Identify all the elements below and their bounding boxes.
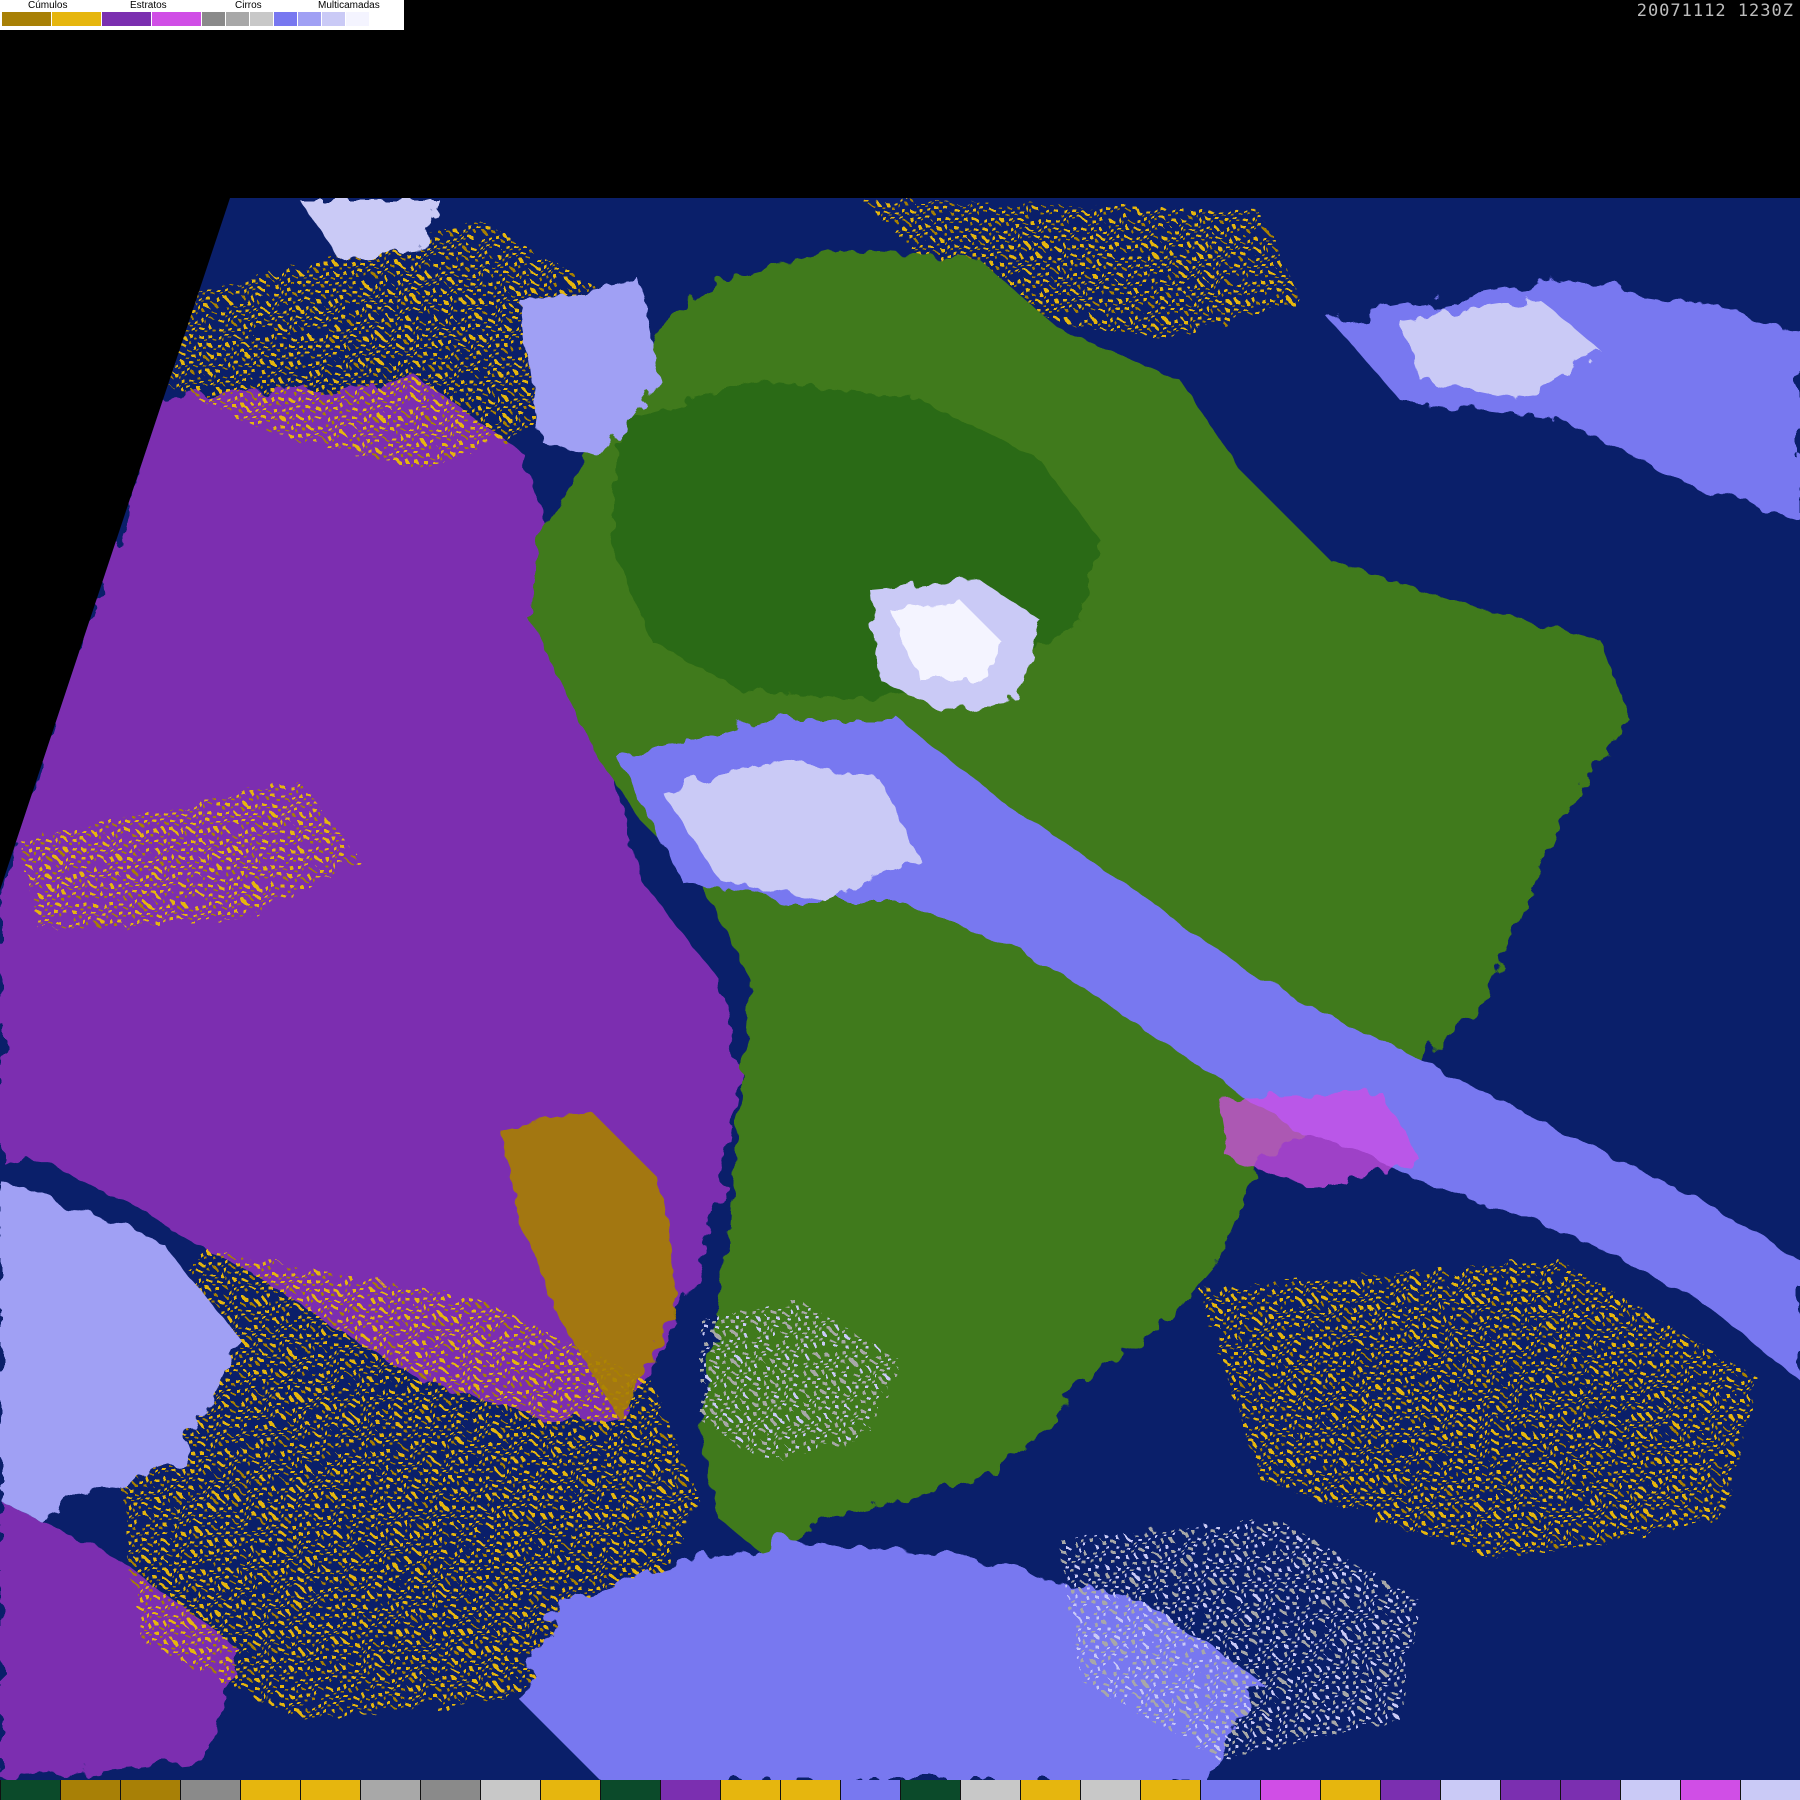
strip-cell bbox=[60, 1780, 120, 1800]
strip-cell bbox=[900, 1780, 960, 1800]
strip-cell bbox=[0, 1780, 60, 1800]
legend-swatch bbox=[298, 12, 322, 26]
strip-cell bbox=[480, 1780, 540, 1800]
strip-cell bbox=[600, 1780, 660, 1800]
legend-swatch bbox=[226, 12, 250, 26]
strip-cell bbox=[1080, 1780, 1140, 1800]
strip-cell bbox=[1500, 1780, 1560, 1800]
strip-cell bbox=[720, 1780, 780, 1800]
legend-swatch bbox=[152, 12, 202, 26]
satellite-domain bbox=[0, 198, 1800, 1780]
strip-cell bbox=[300, 1780, 360, 1800]
bottom-color-strip bbox=[0, 1780, 1800, 1800]
strip-cell bbox=[660, 1780, 720, 1800]
legend-swatches bbox=[2, 12, 370, 26]
strip-cell bbox=[1560, 1780, 1620, 1800]
strip-cell bbox=[1020, 1780, 1080, 1800]
legend-swatch bbox=[2, 12, 52, 26]
legend-swatch bbox=[52, 12, 102, 26]
strip-cell bbox=[180, 1780, 240, 1800]
legend-labels: Cúmulos Estratos Cirros Multicamadas bbox=[0, 0, 404, 12]
strip-cell bbox=[1440, 1780, 1500, 1800]
image-timestamp: 20071112 1230Z bbox=[1636, 1, 1794, 21]
strip-cell bbox=[1380, 1780, 1440, 1800]
strip-cell bbox=[120, 1780, 180, 1800]
strip-cell bbox=[1200, 1780, 1260, 1800]
legend-swatch bbox=[202, 12, 226, 26]
strip-cell bbox=[420, 1780, 480, 1800]
strip-cell bbox=[360, 1780, 420, 1800]
strip-cell bbox=[1680, 1780, 1740, 1800]
legend-label-stratus: Estratos bbox=[130, 0, 167, 11]
legend-label-cirrus: Cirros bbox=[235, 0, 262, 11]
strip-cell bbox=[840, 1780, 900, 1800]
strip-cell bbox=[1140, 1780, 1200, 1800]
legend-label-cumulus: Cúmulos bbox=[28, 0, 68, 11]
strip-cell bbox=[1740, 1780, 1800, 1800]
strip-cell bbox=[780, 1780, 840, 1800]
legend-label-multilayer: Multicamadas bbox=[318, 0, 380, 11]
legend-swatch bbox=[346, 12, 370, 26]
satellite-cloud-classification-map bbox=[0, 0, 1800, 1800]
strip-cell bbox=[1260, 1780, 1320, 1800]
legend-swatch bbox=[250, 12, 274, 26]
cloud-type-legend: Cúmulos Estratos Cirros Multicamadas bbox=[0, 0, 404, 30]
legend-swatch bbox=[322, 12, 346, 26]
strip-cell bbox=[540, 1780, 600, 1800]
legend-swatch bbox=[274, 12, 298, 26]
strip-cell bbox=[960, 1780, 1020, 1800]
strip-cell bbox=[1620, 1780, 1680, 1800]
strip-cell bbox=[240, 1780, 300, 1800]
legend-swatch bbox=[102, 12, 152, 26]
strip-cell bbox=[1320, 1780, 1380, 1800]
